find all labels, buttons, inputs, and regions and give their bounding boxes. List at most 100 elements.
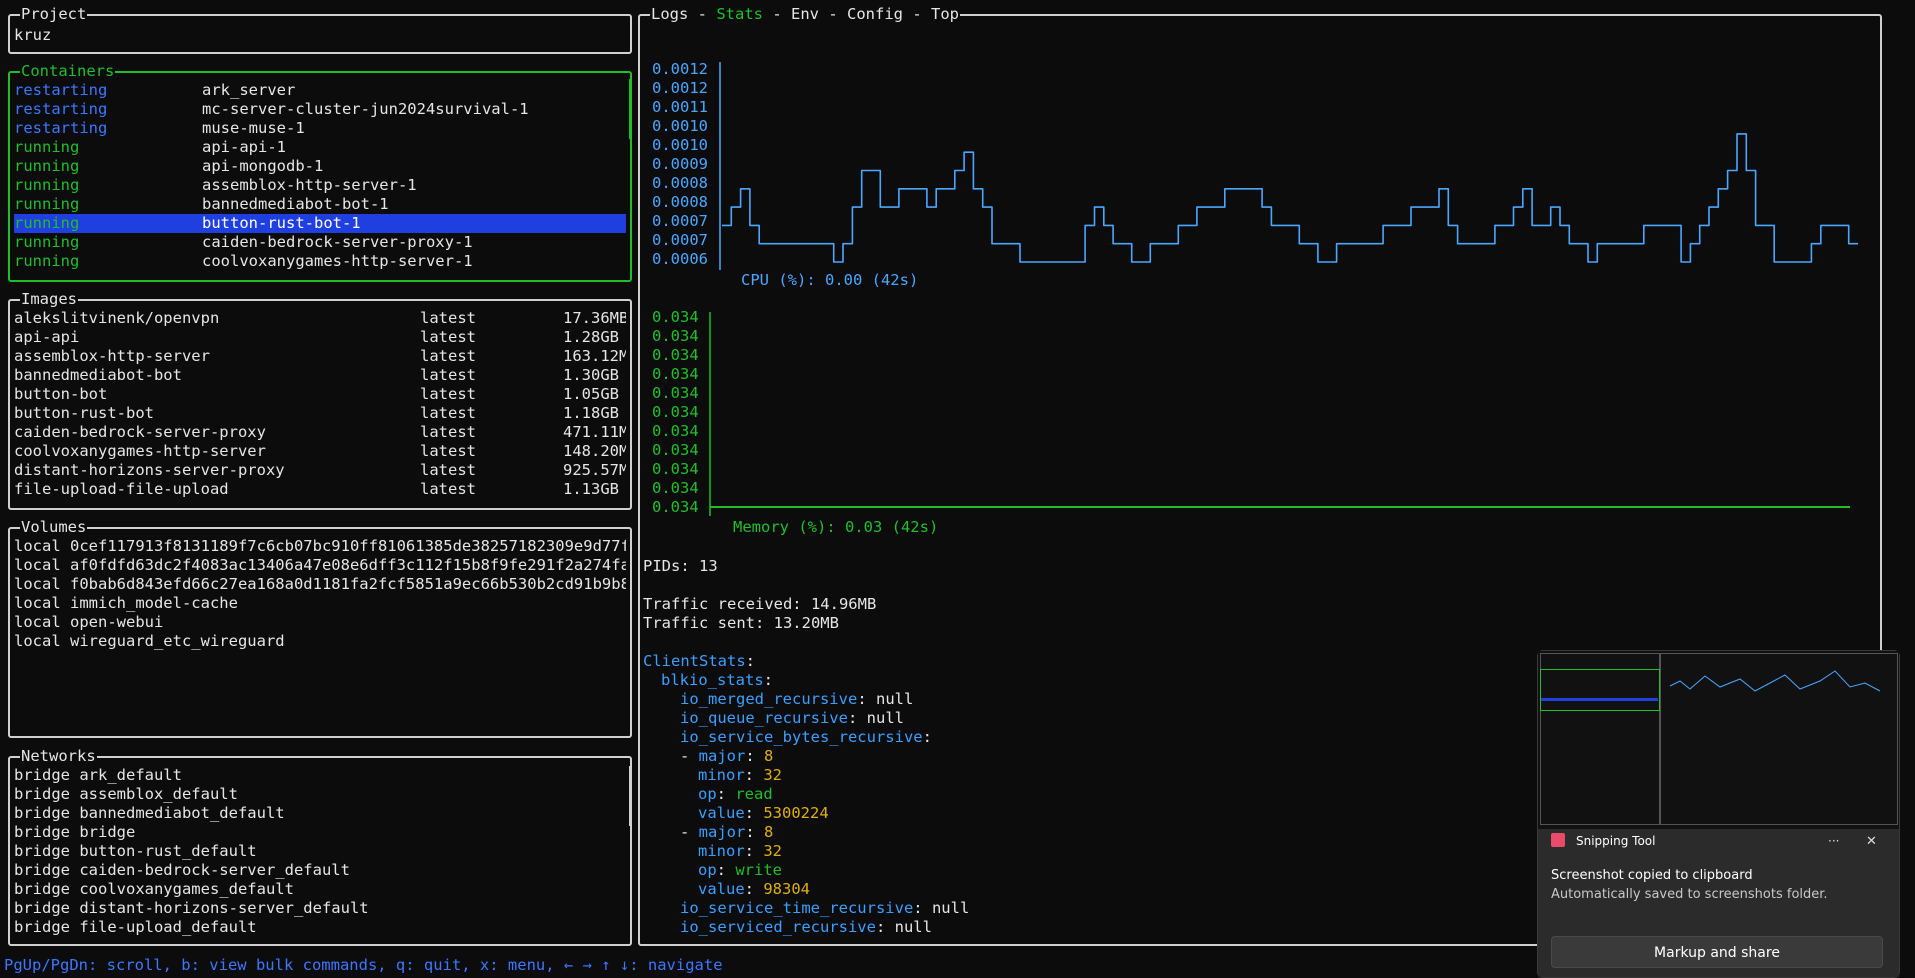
- image-size: 1.28GB: [563, 328, 619, 346]
- image-size: 148.20M: [563, 442, 626, 460]
- close-icon[interactable]: ✕: [1866, 832, 1877, 851]
- image-name: alekslitvinenk/openvpn: [14, 309, 220, 327]
- pids-text: PIDs: 13: [643, 557, 718, 575]
- container-status: running: [14, 176, 80, 194]
- container-row[interactable]: running coolvoxanygames-http-server-1: [14, 252, 626, 271]
- image-size: 925.57M: [563, 461, 626, 479]
- image-row[interactable]: file-upload-file-upload latest 1.13GB: [14, 480, 626, 499]
- more-icon[interactable]: ···: [1828, 832, 1839, 851]
- image-row[interactable]: distant-horizons-server-proxy latest 925.5…: [14, 461, 626, 480]
- container-name: button-rust-bot-1: [202, 214, 361, 232]
- image-row[interactable]: api-api latest 1.28GB: [14, 328, 626, 347]
- entry-1-value: value: 5300224: [698, 804, 829, 822]
- container-row[interactable]: running bannedmediabot-bot-1: [14, 195, 626, 214]
- network-row[interactable]: bridge ark_default: [14, 766, 626, 785]
- image-size: 1.30GB: [563, 366, 619, 384]
- containers-title: Containers: [20, 62, 116, 81]
- image-row[interactable]: button-bot latest 1.05GB: [14, 385, 626, 404]
- tab-env[interactable]: Env: [791, 5, 819, 23]
- container-name: muse-muse-1: [202, 119, 305, 137]
- toast-body: Snipping Tool ··· ✕ Screenshot copied to…: [1538, 829, 1899, 977]
- network-row[interactable]: bridge file-upload_default: [14, 918, 626, 937]
- image-size: 1.13GB: [563, 480, 619, 498]
- memory-chart: 0.034 0.034 0.034 0.034 0.034 0.034 0.034 0.034…: [650, 308, 1860, 538]
- toast-app-name: Snipping Tool: [1576, 834, 1656, 848]
- image-row[interactable]: button-rust-bot latest 1.18GB: [14, 404, 626, 423]
- volume-row[interactable]: local immich_model-cache: [14, 594, 626, 613]
- image-row[interactable]: coolvoxanygames-http-server latest 148.20M: [14, 442, 626, 461]
- container-row[interactable]: restarting mc-server-cluster-jun2024survi…: [14, 100, 626, 119]
- snipping-tool-icon: [1551, 833, 1565, 847]
- network-row[interactable]: bridge button-rust_default: [14, 842, 626, 861]
- memory-label: Memory (%): 0.03 (42s): [733, 518, 939, 536]
- container-status: running: [14, 157, 80, 175]
- container-row[interactable]: restarting ark_server: [14, 81, 626, 100]
- network-row[interactable]: bridge coolvoxanygames_default: [14, 880, 626, 899]
- container-row[interactable]: running assemblox-http-server-1: [14, 176, 626, 195]
- network-row[interactable]: bridge bannedmediabot_default: [14, 804, 626, 823]
- tab-config[interactable]: Config: [847, 5, 903, 23]
- screenshot-thumbnail[interactable]: [1538, 651, 1899, 830]
- container-status: running: [14, 252, 80, 270]
- image-name: bannedmediabot-bot: [14, 366, 182, 384]
- volumes-panel: Volumes local 0cef117913f8131189f7c6cb07…: [8, 518, 632, 738]
- image-row[interactable]: bannedmediabot-bot latest 1.30GB: [14, 366, 626, 385]
- image-tag: latest: [420, 442, 476, 460]
- container-row[interactable]: restarting muse-muse-1: [14, 119, 626, 138]
- networks-title: Networks: [20, 747, 97, 766]
- io-service-bytes-row: io_service_bytes_recursive:: [680, 728, 932, 746]
- network-row[interactable]: bridge assemblox_default: [14, 785, 626, 804]
- container-status: running: [14, 138, 80, 156]
- image-size: 163.12M: [563, 347, 626, 365]
- image-name: file-upload-file-upload: [14, 480, 229, 498]
- container-row[interactable]: running button-rust-bot-1: [14, 214, 626, 233]
- project-title: Project: [20, 5, 88, 24]
- tab-stats[interactable]: Stats: [716, 5, 763, 23]
- image-row[interactable]: caiden-bedrock-server-proxy latest 471.11M: [14, 423, 626, 442]
- volume-row[interactable]: local 0cef117913f8131189f7c6cb07bc910ff8…: [14, 537, 626, 556]
- image-tag: latest: [420, 423, 476, 441]
- snipping-toast[interactable]: Snipping Tool ··· ✕ Screenshot copied to…: [1537, 650, 1900, 978]
- container-name: coolvoxanygames-http-server-1: [202, 252, 473, 270]
- tab-sep: -: [763, 5, 791, 23]
- container-row[interactable]: running api-mongodb-1: [14, 157, 626, 176]
- container-row[interactable]: running api-api-1: [14, 138, 626, 157]
- containers-panel: Containers restarting ark_server restartin…: [8, 62, 632, 282]
- image-tag: latest: [420, 309, 476, 327]
- traffic-received: Traffic received: 14.96MB: [643, 595, 877, 613]
- images-panel: Images alekslitvinenk/openvpn latest 17.36…: [8, 290, 632, 510]
- image-name: distant-horizons-server-proxy: [14, 461, 285, 479]
- network-row[interactable]: bridge caiden-bedrock-server_default: [14, 861, 626, 880]
- image-tag: latest: [420, 404, 476, 422]
- networks-scrollbar[interactable]: [629, 766, 632, 826]
- container-name: bannedmediabot-bot-1: [202, 195, 389, 213]
- volume-row[interactable]: local af0fdfd63dc2f4083ac13406a47e08e6df…: [14, 556, 626, 575]
- tab-sep: -: [903, 5, 931, 23]
- client-stats-root: ClientStats:: [643, 652, 755, 670]
- image-name: api-api: [14, 328, 80, 346]
- container-status: running: [14, 214, 80, 232]
- image-name: coolvoxanygames-http-server: [14, 442, 266, 460]
- volume-row[interactable]: local f0bab6d843efd66c27ea168a0d1181fa2f…: [14, 575, 626, 594]
- volume-row[interactable]: local open-webui: [14, 613, 626, 632]
- network-row[interactable]: bridge distant-horizons-server_default: [14, 899, 626, 918]
- image-tag: latest: [420, 480, 476, 498]
- entry-1-major: - major: 8: [680, 747, 774, 765]
- container-row[interactable]: running caiden-bedrock-server-proxy-1: [14, 233, 626, 252]
- tab-logs[interactable]: Logs: [651, 5, 688, 23]
- cpu-series-line: [722, 133, 1858, 263]
- container-status: restarting: [14, 100, 108, 118]
- image-row[interactable]: alekslitvinenk/openvpn latest 17.36MB: [14, 309, 626, 328]
- image-tag: latest: [420, 366, 476, 384]
- tab-top[interactable]: Top: [931, 5, 959, 23]
- image-row[interactable]: assemblox-http-server latest 163.12M: [14, 347, 626, 366]
- io-merged-row: io_merged_recursive: null: [680, 690, 914, 708]
- network-row[interactable]: bridge bridge: [14, 823, 626, 842]
- entry-2-value: value: 98304: [698, 880, 811, 898]
- image-size: 1.18GB: [563, 404, 619, 422]
- image-name: caiden-bedrock-server-proxy: [14, 423, 266, 441]
- image-size: 1.05GB: [563, 385, 619, 403]
- containers-scrollbar[interactable]: [629, 79, 632, 139]
- volume-row[interactable]: local wireguard_etc_wireguard: [14, 632, 626, 651]
- markup-and-share-button[interactable]: Markup and share: [1551, 936, 1883, 968]
